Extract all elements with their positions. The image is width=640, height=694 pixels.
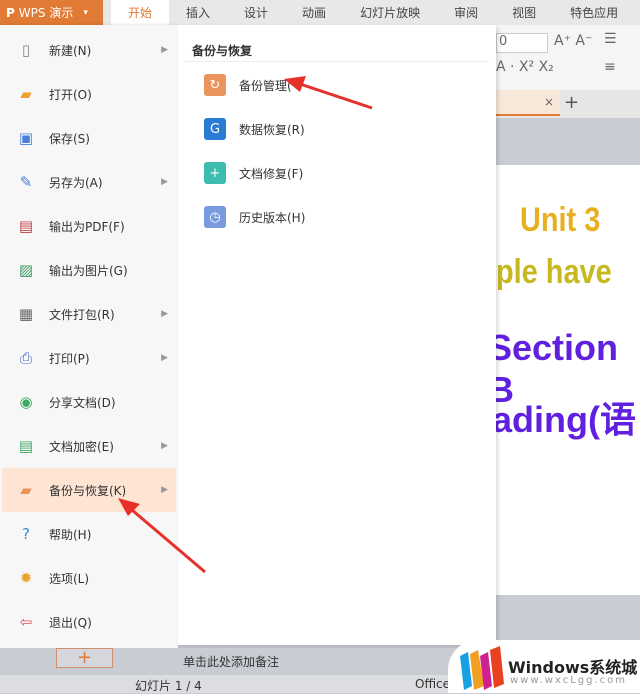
ribbon: 0 A⁺ A⁻ ☰ A · X² X₂ ≡: [496, 25, 640, 90]
submenu-item[interactable]: ↻ 备份管理(: [204, 70, 292, 100]
document-tabs: × +: [496, 90, 640, 118]
tab-review[interactable]: 审阅: [437, 0, 495, 25]
tab-slideshow[interactable]: 幻灯片放映: [343, 0, 437, 25]
menu-item-label: 打印(P): [49, 351, 90, 366]
chevron-right-icon: ▶: [161, 485, 168, 495]
font-color-icon[interactable]: A · X² X₂: [496, 59, 554, 75]
submenu-item-label: 历史版本(H): [239, 210, 306, 225]
divider: [184, 61, 490, 62]
package-icon: ▦: [18, 305, 34, 323]
watermark-logo: Windows系统城 www.wxcLgg.com: [448, 640, 640, 693]
menu-item[interactable]: ▰ 打开(O): [2, 72, 176, 116]
new-tab-icon[interactable]: +: [564, 92, 579, 113]
doc-repair-icon: +: [204, 162, 226, 184]
menu-item[interactable]: ◉ 分享文档(D): [2, 380, 176, 424]
menu-item[interactable]: ⎙ 打印(P) ▶: [2, 336, 176, 380]
menu-item-label: 保存(S): [49, 131, 90, 146]
menu-item-label: 选项(L): [49, 571, 90, 586]
pdf-icon: ▤: [18, 217, 34, 235]
wps-logo-icon: P: [6, 5, 15, 20]
slide-title: Unit 3: [520, 201, 601, 239]
menu-item[interactable]: ▨ 输出为图片(G): [2, 248, 176, 292]
slide-subtitle: ple have: [496, 253, 612, 291]
menu-item-label: 帮助(H): [49, 527, 92, 542]
menu-item[interactable]: ▯ 新建(N) ▶: [2, 28, 176, 72]
menu-item[interactable]: ▤ 输出为PDF(F): [2, 204, 176, 248]
exit-icon: ⇦: [19, 613, 33, 631]
history-icon: ◷: [204, 206, 226, 228]
font-grow-icon[interactable]: A⁺ A⁻: [554, 33, 592, 49]
chevron-right-icon: ▶: [161, 177, 168, 187]
backup-folder-icon: ↻: [204, 74, 226, 96]
menu-item-label: 文件打包(R): [49, 307, 115, 322]
menu-item-label: 分享文档(D): [49, 395, 116, 410]
menu-item-label: 新建(N): [49, 43, 92, 58]
menu-item[interactable]: ✎ 另存为(A) ▶: [2, 160, 176, 204]
windows-logo-icon: [460, 646, 504, 690]
submenu-title: 备份与恢复: [192, 44, 253, 58]
chevron-down-icon: ▾: [83, 7, 88, 18]
menu-item[interactable]: ▤ 文档加密(E) ▶: [2, 424, 176, 468]
save-icon: ▣: [18, 129, 34, 147]
data-recovery-icon: G: [204, 118, 226, 140]
save-as-icon: ✎: [19, 173, 33, 191]
slide-canvas[interactable]: Unit 3 ple have Section B ading(语: [488, 165, 640, 595]
align-left-icon[interactable]: ≡: [604, 59, 616, 75]
chevron-right-icon: ▶: [161, 45, 168, 55]
menu-item-label: 另存为(A): [49, 175, 103, 190]
menu-item-label: 退出(Q): [49, 615, 92, 630]
tab-animation[interactable]: 动画: [285, 0, 343, 25]
submenu-item[interactable]: G 数据恢复(R): [204, 114, 305, 144]
chevron-right-icon: ▶: [161, 309, 168, 319]
tab-insert[interactable]: 插入: [169, 0, 227, 25]
menu-item[interactable]: ⇦ 退出(Q): [2, 600, 176, 644]
help-icon: ?: [22, 525, 30, 543]
menu-item[interactable]: ✹ 选项(L): [2, 556, 176, 600]
app-menu-button[interactable]: P WPS 演示 ▾: [0, 0, 103, 25]
chevron-right-icon: ▶: [161, 441, 168, 451]
chevron-right-icon: ▶: [161, 353, 168, 363]
menu-item[interactable]: ▣ 保存(S): [2, 116, 176, 160]
gear-icon: ✹: [19, 569, 33, 587]
slide-counter: 幻灯片 1 / 4: [135, 679, 202, 693]
backup-icon: ▰: [20, 481, 32, 499]
app-title: WPS 演示: [18, 6, 74, 20]
menu-item-label: 输出为图片(G): [49, 263, 128, 278]
print-icon: ⎙: [19, 349, 32, 367]
image-icon: ▨: [18, 261, 34, 279]
menu-item[interactable]: ▦ 文件打包(R) ▶: [2, 292, 176, 336]
submenu-item[interactable]: + 文档修复(F): [204, 158, 303, 188]
slide-heading: ading(语: [492, 399, 636, 440]
top-bar: P WPS 演示 ▾ 开始 插入 设计 动画 幻灯片放映 审阅 视图 特色应用: [0, 0, 640, 25]
menu-item-label: 输出为PDF(F): [49, 219, 125, 234]
file-menu: ▯ 新建(N) ▶ ▰ 打开(O) ▣ 保存(S) ✎ 另存为(A) ▶ ▤ 输出为PDF(F) ▨ 输出…: [0, 25, 178, 648]
tab-special[interactable]: 特色应用: [553, 0, 635, 25]
notes-placeholder[interactable]: 单击此处添加备注: [183, 653, 279, 670]
share-icon: ◉: [19, 393, 33, 411]
font-size-field[interactable]: 0: [496, 33, 548, 53]
menu-item-label: 打开(O): [49, 87, 92, 102]
submenu-item-label: 文档修复(F): [239, 166, 304, 181]
close-icon[interactable]: ×: [544, 95, 554, 109]
bullet-list-icon[interactable]: ☰: [604, 31, 617, 47]
menu-item-label: 文档加密(E): [49, 439, 114, 454]
tab-design[interactable]: 设计: [227, 0, 285, 25]
submenu-item[interactable]: ◷ 历史版本(H): [204, 202, 305, 232]
menu-item-label: 备份与恢复(K): [49, 483, 127, 498]
theme-name: Office: [415, 677, 451, 691]
lock-file-icon: ▤: [18, 437, 34, 455]
submenu-item-label: 数据恢复(R): [239, 122, 305, 137]
new-file-icon: ▯: [21, 41, 31, 59]
backup-submenu: 备份与恢复 ↻ 备份管理( G 数据恢复(R) + 文档修复(F) ◷ 历史版本(H): [178, 25, 496, 645]
menu-item[interactable]: ? 帮助(H): [2, 512, 176, 556]
menu-item[interactable]: ▰ 备份与恢复(K) ▶: [2, 468, 176, 512]
tab-home[interactable]: 开始: [111, 0, 170, 25]
tab-view[interactable]: 视图: [495, 0, 553, 25]
document-tab[interactable]: ×: [496, 90, 560, 116]
add-slide-button[interactable]: +: [56, 648, 113, 668]
folder-open-icon: ▰: [20, 85, 32, 103]
submenu-item-label: 备份管理(: [239, 78, 292, 93]
